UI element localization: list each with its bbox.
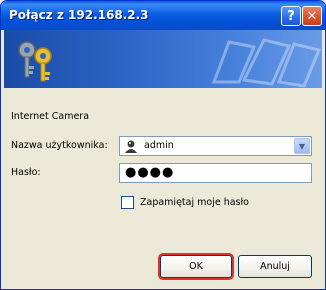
dialog-banner bbox=[4, 30, 322, 88]
user-icon bbox=[125, 140, 137, 153]
cancel-button[interactable]: Anuluj bbox=[238, 255, 312, 278]
remember-password-checkbox[interactable] bbox=[121, 195, 134, 209]
close-icon: ✕ bbox=[306, 8, 318, 24]
keys-icon bbox=[18, 41, 52, 82]
login-form: Internet Camera Nazwa użytkownika: admin… bbox=[4, 88, 322, 288]
username-value: admin bbox=[144, 140, 174, 151]
username-combobox[interactable]: admin ▼ bbox=[119, 136, 312, 156]
password-value: ●●●● bbox=[125, 165, 175, 180]
close-button[interactable]: ✕ bbox=[302, 6, 322, 26]
ok-button[interactable]: OK bbox=[160, 255, 232, 278]
password-field[interactable]: ●●●● bbox=[119, 163, 312, 183]
banner-decoration bbox=[211, 38, 322, 88]
help-button[interactable]: ? bbox=[281, 6, 301, 26]
site-description: Internet Camera bbox=[11, 111, 90, 122]
chevron-down-icon: ▼ bbox=[298, 141, 306, 151]
window-title: Połącz z 192.168.2.3 bbox=[9, 8, 149, 22]
remember-password-row[interactable]: Zapamiętaj moje hasło bbox=[119, 194, 249, 210]
password-label: Hasło: bbox=[11, 167, 41, 178]
login-dialog: Połącz z 192.168.2.3 ? ✕ Internet Camera… bbox=[0, 0, 326, 290]
username-label: Nazwa użytkownika: bbox=[11, 140, 108, 151]
title-bar[interactable]: Połącz z 192.168.2.3 ? ✕ bbox=[1, 1, 325, 30]
username-dropdown-button[interactable]: ▼ bbox=[294, 138, 310, 154]
remember-password-label: Zapamiętaj moje hasło bbox=[140, 196, 249, 208]
